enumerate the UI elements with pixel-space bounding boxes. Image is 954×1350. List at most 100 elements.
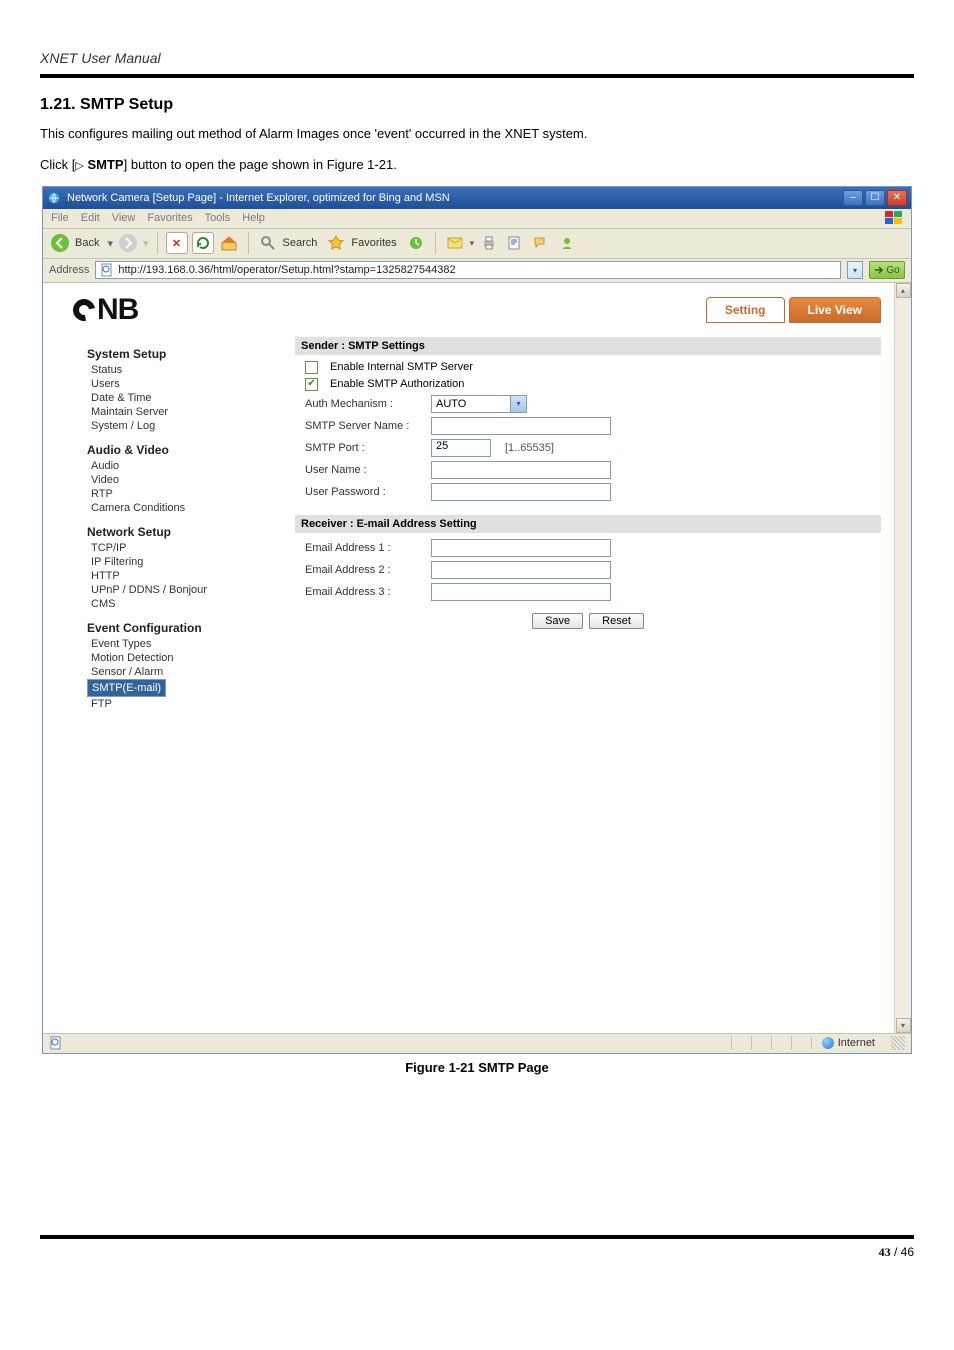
enable-auth-checkbox[interactable]: [305, 378, 318, 391]
refresh-button[interactable]: [192, 232, 214, 254]
maximize-button[interactable]: ☐: [865, 190, 885, 206]
sb-head-network: Network Setup: [87, 525, 267, 539]
windows-flag-icon: [885, 211, 903, 225]
click-suffix: ] button to open the page shown in Figur…: [124, 157, 397, 172]
browser-window: Network Camera [Setup Page] - Internet E…: [42, 186, 912, 1054]
search-label[interactable]: Search: [283, 237, 318, 249]
port-input[interactable]: 25: [431, 439, 491, 457]
page-total: 46: [901, 1245, 914, 1259]
addressbar: Address http://193.168.0.36/html/operato…: [43, 259, 911, 283]
scrollbar[interactable]: ▴ ▾: [894, 283, 911, 1033]
address-input[interactable]: http://193.168.0.36/html/operator/Setup.…: [95, 261, 841, 279]
section-number: 1.21.: [40, 96, 76, 113]
email3-input[interactable]: [431, 583, 611, 601]
menu-file[interactable]: File: [51, 212, 69, 224]
page-content: ▴ ▾ NB Setting Live View System Setup St…: [43, 283, 911, 1033]
favorites-icon[interactable]: [325, 232, 347, 254]
click-prefix: Click [: [40, 157, 75, 172]
sidebar-item-smtp[interactable]: SMTP(E-mail): [87, 679, 166, 697]
toolbar: Back ▾ ▾ ✕ Search Favorites: [43, 229, 911, 259]
sidebar-item-eventtypes[interactable]: Event Types: [87, 637, 267, 651]
auth-mech-select[interactable]: AUTO ▾: [431, 395, 527, 413]
forward-button[interactable]: [117, 232, 139, 254]
sidebar-item-camcond[interactable]: Camera Conditions: [87, 501, 267, 515]
sidebar-item-users[interactable]: Users: [87, 377, 267, 391]
page-icon: [100, 263, 114, 277]
sidebar-item-status[interactable]: Status: [87, 363, 267, 377]
sidebar-item-maintain[interactable]: Maintain Server: [87, 405, 267, 419]
email2-input[interactable]: [431, 561, 611, 579]
sidebar-item-audio[interactable]: Audio: [87, 459, 267, 473]
user-label: User Name :: [305, 464, 425, 476]
enable-internal-checkbox[interactable]: [305, 361, 318, 374]
sidebar-item-http[interactable]: HTTP: [87, 569, 267, 583]
sidebar: System Setup Status Users Date & Time Ma…: [87, 337, 267, 1033]
tab-live-view[interactable]: Live View: [789, 297, 881, 323]
sidebar-item-cms[interactable]: CMS: [87, 597, 267, 611]
stop-button[interactable]: ✕: [166, 232, 188, 254]
sb-head-system: System Setup: [87, 347, 267, 361]
mail-icon[interactable]: [444, 232, 466, 254]
menu-tools[interactable]: Tools: [205, 212, 231, 224]
sidebar-item-datetime[interactable]: Date & Time: [87, 391, 267, 405]
header-rule: [40, 74, 914, 78]
address-label: Address: [49, 264, 89, 276]
back-label[interactable]: Back: [75, 237, 99, 249]
home-button[interactable]: [218, 232, 240, 254]
page-number: 43 / 46: [40, 1245, 914, 1260]
email3-label: Email Address 3 :: [305, 586, 425, 598]
search-icon[interactable]: [257, 232, 279, 254]
go-button[interactable]: Go: [869, 261, 905, 279]
resize-grip-icon[interactable]: [891, 1036, 905, 1050]
intro-text: This configures mailing out method of Al…: [40, 124, 914, 145]
auth-mech-value: AUTO: [436, 398, 466, 410]
menu-edit[interactable]: Edit: [81, 212, 100, 224]
email1-input[interactable]: [431, 539, 611, 557]
menu-view[interactable]: View: [112, 212, 136, 224]
sb-head-av: Audio & Video: [87, 443, 267, 457]
titlebar: Network Camera [Setup Page] - Internet E…: [43, 187, 911, 209]
sidebar-item-rtp[interactable]: RTP: [87, 487, 267, 501]
sidebar-item-ftp[interactable]: FTP: [87, 697, 267, 711]
globe-icon: [822, 1037, 834, 1049]
email1-label: Email Address 1 :: [305, 542, 425, 554]
back-button[interactable]: [49, 232, 71, 254]
print-icon[interactable]: [478, 232, 500, 254]
menu-help[interactable]: Help: [242, 212, 265, 224]
messenger-icon[interactable]: [556, 232, 578, 254]
edit-icon[interactable]: [504, 232, 526, 254]
minimize-button[interactable]: –: [843, 190, 863, 206]
footer-rule: [40, 1235, 914, 1239]
sidebar-item-ipfilter[interactable]: IP Filtering: [87, 555, 267, 569]
sidebar-item-syslog[interactable]: System / Log: [87, 419, 267, 433]
click-bold: SMTP: [87, 157, 123, 172]
reset-button[interactable]: Reset: [589, 613, 644, 629]
save-button[interactable]: Save: [532, 613, 583, 629]
favorites-label[interactable]: Favorites: [351, 237, 396, 249]
sidebar-item-tcpip[interactable]: TCP/IP: [87, 541, 267, 555]
ie-icon: [47, 191, 61, 205]
menu-favorites[interactable]: Favorites: [147, 212, 192, 224]
section-title: SMTP Setup: [80, 96, 173, 113]
sidebar-item-sensor[interactable]: Sensor / Alarm: [87, 665, 267, 679]
history-icon[interactable]: [405, 232, 427, 254]
scroll-down-icon[interactable]: ▾: [896, 1018, 911, 1033]
page-sep: /: [891, 1245, 901, 1259]
menubar: File Edit View Favorites Tools Help: [43, 209, 911, 229]
user-input[interactable]: [431, 461, 611, 479]
sender-group-title: Sender : SMTP Settings: [295, 337, 881, 355]
port-label: SMTP Port :: [305, 442, 425, 454]
tab-setting[interactable]: Setting: [706, 297, 785, 323]
pass-label: User Password :: [305, 486, 425, 498]
page-current: 43: [879, 1245, 891, 1259]
close-button[interactable]: ✕: [887, 190, 907, 206]
sidebar-item-motion[interactable]: Motion Detection: [87, 651, 267, 665]
discuss-icon[interactable]: [530, 232, 552, 254]
sidebar-item-upnp[interactable]: UPnP / DDNS / Bonjour: [87, 583, 267, 597]
server-name-input[interactable]: [431, 417, 611, 435]
pass-input[interactable]: [431, 483, 611, 501]
address-dropdown[interactable]: ▾: [847, 261, 863, 279]
sidebar-item-video[interactable]: Video: [87, 473, 267, 487]
statusbar: Internet: [43, 1033, 911, 1053]
scroll-up-icon[interactable]: ▴: [896, 283, 911, 298]
